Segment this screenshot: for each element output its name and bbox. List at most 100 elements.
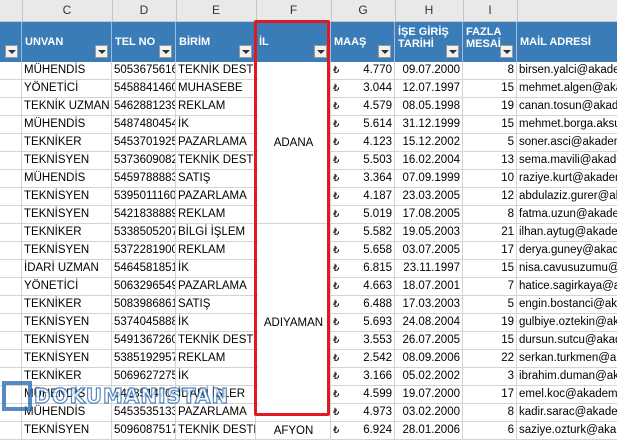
cell-telno[interactable]: 5395011160 xyxy=(112,188,176,205)
column-header-D[interactable]: D xyxy=(112,0,177,21)
cell-maas[interactable]: ₺ 6.815 xyxy=(331,260,395,277)
cell-mail[interactable]: saziye.ozturk@aka xyxy=(517,422,617,439)
cell-mail[interactable]: sema.mavili@akade xyxy=(517,152,617,169)
filter-dropdown-button[interactable] xyxy=(314,45,327,58)
cell-maas[interactable]: ₺ 4.599 xyxy=(331,386,395,403)
cell-unvan[interactable]: TEKNİKER xyxy=(22,296,112,313)
cell-birim[interactable]: İK xyxy=(176,260,256,277)
cell-isegiris[interactable]: 31.12.1999 xyxy=(395,116,463,133)
column-header-J[interactable] xyxy=(517,0,617,21)
cell-fazlamesai[interactable]: 15 xyxy=(463,116,517,133)
cell-isegiris[interactable]: 28.01.2006 xyxy=(395,422,463,439)
cell-maas[interactable]: ₺ 5.019 xyxy=(331,206,395,223)
cell-unvan[interactable]: MÜHENDİS xyxy=(22,116,112,133)
cell-isegiris[interactable]: 23.11.1997 xyxy=(395,260,463,277)
cell-mail[interactable]: raziye.kurt@akadem xyxy=(517,170,617,187)
cell-maas[interactable]: ₺ 3.044 xyxy=(331,80,395,97)
cell-birim[interactable]: REKLAM xyxy=(176,242,256,259)
cell-telno[interactable]: 5458841460 xyxy=(112,80,176,97)
cell-mail[interactable]: hatice.sagirkaya@a xyxy=(517,278,617,295)
cell-birim[interactable]: TEKNİK DESTEK xyxy=(176,332,256,349)
cell-telno[interactable]: 5083986861 xyxy=(112,296,176,313)
cell-isegiris[interactable]: 09.07.2000 xyxy=(395,62,463,79)
cell-maas[interactable]: ₺ 4.663 xyxy=(331,278,395,295)
cell-birim[interactable]: İK xyxy=(176,314,256,331)
cell-unvan[interactable]: MÜHENDİS xyxy=(22,170,112,187)
cell-telno[interactable]: 5063296549 xyxy=(112,278,176,295)
cell-telno[interactable]: 5462881239 xyxy=(112,98,176,115)
cell-fazlamesai[interactable]: 19 xyxy=(463,98,517,115)
cell-birim[interactable]: PAZARLAMA xyxy=(176,188,256,205)
cell-isegiris[interactable]: 03.02.2000 xyxy=(395,404,463,421)
cell-fazlamesai[interactable]: 5 xyxy=(463,134,517,151)
column-header-C[interactable]: C xyxy=(22,0,113,21)
column-header-I[interactable]: I xyxy=(463,0,518,21)
cell-b[interactable] xyxy=(0,260,22,277)
column-header-G[interactable]: G xyxy=(331,0,396,21)
cell-isegiris[interactable]: 23.03.2005 xyxy=(395,188,463,205)
cell-b[interactable] xyxy=(0,80,22,97)
cell-fazlamesai[interactable]: 17 xyxy=(463,242,517,259)
cell-b[interactable] xyxy=(0,188,22,205)
cell-fazlamesai[interactable]: 3 xyxy=(463,368,517,385)
cell-maas[interactable]: ₺ 2.542 xyxy=(331,350,395,367)
cell-mail[interactable]: emel.koc@akadem xyxy=(517,386,617,403)
cell-b[interactable] xyxy=(0,314,22,331)
cell-unvan[interactable]: MÜHENDİS xyxy=(22,62,112,79)
cell-isegiris[interactable]: 16.02.2004 xyxy=(395,152,463,169)
filter-dropdown-button[interactable] xyxy=(5,45,18,58)
cell-b[interactable] xyxy=(0,422,22,439)
cell-telno[interactable]: 5491367260 xyxy=(112,332,176,349)
cell-unvan[interactable]: YÖNETİCİ xyxy=(22,80,112,97)
filter-dropdown-button[interactable] xyxy=(95,45,108,58)
cell-maas[interactable]: ₺ 3.553 xyxy=(331,332,395,349)
cell-unvan[interactable]: TEKNİKER xyxy=(22,224,112,241)
cell-unvan[interactable]: TEKNİSYEN xyxy=(22,422,112,439)
cell-birim[interactable]: REKLAM xyxy=(176,98,256,115)
cell-b[interactable] xyxy=(0,332,22,349)
cell-fazlamesai[interactable]: 5 xyxy=(463,296,517,313)
cell-mail[interactable]: ibrahim.duman@ak xyxy=(517,368,617,385)
cell-telno[interactable]: 5374045888 xyxy=(112,314,176,331)
cell-mail[interactable]: gulbiye.oztekin@ak xyxy=(517,314,617,331)
column-header-B[interactable] xyxy=(0,0,23,21)
cell-telno[interactable]: 5385192957 xyxy=(112,350,176,367)
cell-isegiris[interactable]: 07.09.1999 xyxy=(395,170,463,187)
cell-mail[interactable]: ilhan.aytug@akade xyxy=(517,224,617,241)
cell-fazlamesai[interactable]: 22 xyxy=(463,350,517,367)
cell-birim[interactable]: İK xyxy=(176,116,256,133)
cell-fazlamesai[interactable]: 17 xyxy=(463,386,517,403)
cell-fazlamesai[interactable]: 13 xyxy=(463,152,517,169)
cell-b[interactable] xyxy=(0,296,22,313)
cell-mail[interactable]: kadir.sarac@akade xyxy=(517,404,617,421)
cell-maas[interactable]: ₺ 3.166 xyxy=(331,368,395,385)
cell-maas[interactable]: ₺ 3.364 xyxy=(331,170,395,187)
cell-unvan[interactable]: İDARİ UZMAN xyxy=(22,260,112,277)
cell-telno[interactable]: 5459788883 xyxy=(112,170,176,187)
cell-maas[interactable]: ₺ 5.582 xyxy=(331,224,395,241)
cell-fazlamesai[interactable]: 19 xyxy=(463,314,517,331)
cell-b[interactable] xyxy=(0,116,22,133)
cell-maas[interactable]: ₺ 5.693 xyxy=(331,314,395,331)
cell-isegiris[interactable]: 17.03.2003 xyxy=(395,296,463,313)
cell-maas[interactable]: ₺ 4.973 xyxy=(331,404,395,421)
cell-mail[interactable]: mehmet.algen@akad xyxy=(517,80,617,97)
cell-birim[interactable]: PAZARLAMA xyxy=(176,134,256,151)
cell-mail[interactable]: serkan.turkmen@a xyxy=(517,350,617,367)
filter-dropdown-button[interactable] xyxy=(446,45,459,58)
cell-b[interactable] xyxy=(0,62,22,79)
cell-birim[interactable]: REKLAM xyxy=(176,206,256,223)
cell-isegiris[interactable]: 19.05.2003 xyxy=(395,224,463,241)
cell-maas[interactable]: ₺ 4.770 xyxy=(331,62,395,79)
cell-mail[interactable]: canan.tosun@akade xyxy=(517,98,617,115)
cell-fazlamesai[interactable]: 8 xyxy=(463,62,517,79)
cell-unvan[interactable]: TEKNİSYEN xyxy=(22,332,112,349)
cell-fazlamesai[interactable]: 7 xyxy=(463,278,517,295)
cell-telno[interactable]: 5053675616 xyxy=(112,62,176,79)
column-header-E[interactable]: E xyxy=(176,0,257,21)
cell-birim[interactable]: SATIŞ xyxy=(176,170,256,187)
cell-b[interactable] xyxy=(0,350,22,367)
il-merged-cell[interactable]: AFYON xyxy=(258,422,329,440)
cell-fazlamesai[interactable]: 10 xyxy=(463,170,517,187)
cell-unvan[interactable]: TEKNİSYEN xyxy=(22,188,112,205)
